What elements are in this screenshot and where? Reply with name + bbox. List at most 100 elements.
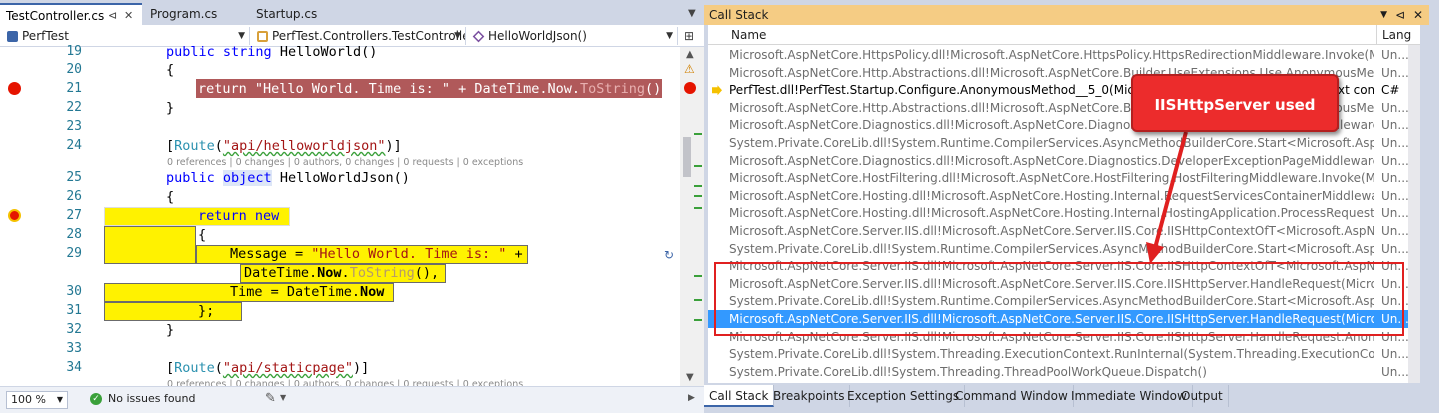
tab-exception-settings[interactable]: Exception Settings (842, 385, 966, 407)
pin-icon[interactable]: ⊲ (108, 5, 117, 25)
change-marker (694, 133, 702, 135)
stack-frame-row[interactable]: System.Private.CoreLib.dll!System.Runtim… (708, 240, 1420, 258)
line-number: 22 (66, 100, 82, 115)
annotation-callout: IISHttpServer used (1131, 74, 1339, 132)
scroll-right-icon[interactable]: ▶ (688, 393, 695, 403)
stack-frame-row[interactable]: Microsoft.AspNetCore.Diagnostics.dll!Mic… (708, 152, 1420, 170)
call-stack-title-bar[interactable]: Call Stack ▼ ⊲ ✕ (704, 5, 1429, 25)
statement-highlight (104, 226, 196, 264)
frame-name: Microsoft.AspNetCore.Diagnostics.dll!Mic… (729, 153, 1374, 168)
zoom-dropdown[interactable]: 100 % ▼ (6, 391, 68, 409)
member-dropdown[interactable]: HelloWorldJson() ▼ (470, 27, 678, 45)
tab-breakpoints[interactable]: Breakpoints (768, 385, 851, 407)
callout-arrow (1146, 131, 1188, 264)
code-line: } (166, 100, 175, 116)
line-number: 34 (66, 360, 82, 375)
line-number: 28 (66, 227, 82, 242)
frame-name: System.Private.CoreLib.dll!System.Thread… (729, 347, 1374, 362)
change-marker (694, 207, 702, 209)
stack-frame-row[interactable]: Microsoft.AspNetCore.HostFiltering.dll!M… (708, 169, 1420, 187)
chevron-down-icon: ▼ (56, 395, 63, 404)
project-name: PerfTest (22, 29, 69, 43)
tab-testcontroller[interactable]: TestController.cs ⊲ ✕ (0, 3, 142, 25)
codelens-info[interactable]: 0 references | 0 changes | 0 authors, 0 … (167, 156, 523, 169)
column-header: Name Lang (708, 25, 1420, 45)
chevron-down-icon[interactable]: ▼ (280, 393, 286, 402)
tab-label: Program.cs (150, 7, 218, 21)
frame-name: System.Private.CoreLib.dll!System.Runtim… (729, 241, 1374, 256)
line-number: 19 (66, 44, 82, 59)
pin-icon[interactable]: ⊲ (1395, 5, 1405, 25)
stack-frame-row[interactable]: System.Private.CoreLib.dll!System.Runtim… (708, 134, 1420, 152)
breakpoint-icon[interactable] (8, 82, 21, 95)
refresh-icon[interactable]: ↻ (664, 248, 674, 262)
editor-status-bar: 100 % ▼ ✓ No issues found ✎ ▼ ▶ (0, 386, 704, 413)
line-number: 20 (66, 62, 82, 77)
code-line: return new (198, 208, 280, 224)
stack-frame-row[interactable]: Microsoft.AspNetCore.Hosting.dll!Microso… (708, 204, 1420, 222)
stack-frame-row[interactable]: System.Private.CoreLib.dll!System.Thread… (708, 345, 1420, 363)
tab-command-window[interactable]: Command Window (950, 385, 1074, 407)
frame-name: System.Private.CoreLib.dll!System.Runtim… (729, 136, 1374, 150)
code-line: public object HelloWorldJson() (166, 170, 410, 186)
tab-immediate-window[interactable]: Immediate Window (1066, 385, 1193, 407)
member-name: HelloWorldJson() (488, 29, 587, 43)
code-line: Time = DateTime.Now (230, 284, 385, 300)
check-icon: ✓ (90, 393, 102, 405)
frame-name: Microsoft.AspNetCore.HttpsPolicy.dll!Mic… (729, 48, 1374, 62)
tab-call-stack[interactable]: Call Stack (704, 385, 775, 407)
line-number: 23 (66, 119, 82, 134)
code-line: [Route("api/staticpage")] (166, 360, 370, 376)
column-name[interactable]: Name (731, 28, 766, 42)
frame-name: Microsoft.AspNetCore.HostFiltering.dll!M… (729, 171, 1374, 186)
issues-status[interactable]: No issues found (108, 392, 195, 405)
code-line: DateTime.Now.ToString(), (244, 265, 440, 281)
window-menu-icon[interactable]: ▼ (1380, 5, 1387, 25)
brush-icon[interactable]: ✎ (265, 391, 276, 406)
change-marker (694, 185, 702, 187)
code-line: { (166, 62, 175, 78)
current-statement-icon[interactable] (8, 209, 21, 222)
column-divider[interactable] (1376, 25, 1377, 45)
line-gutter[interactable]: 19 20 21 22 23 24 25 26 27 28 29 30 31 3… (0, 44, 104, 386)
stack-frame-row[interactable]: System.Private.CoreLib.dll!System.Thread… (708, 363, 1420, 381)
scroll-down-icon[interactable]: ▼ (686, 372, 694, 383)
code-line: [Route("api/helloworldjson")] (166, 138, 402, 154)
line-number: 33 (66, 341, 82, 356)
list-scrollbar[interactable] (1408, 45, 1420, 383)
code-editor[interactable]: TestController.cs ⊲ ✕ Program.cs Startup… (0, 0, 704, 413)
frame-name: System.Private.CoreLib.dll!System.Thread… (729, 364, 1207, 379)
tab-label: Startup.cs (256, 7, 318, 21)
chevron-down-icon: ▼ (666, 31, 673, 41)
stack-frame-row[interactable]: Microsoft.AspNetCore.Server.IIS.dll!Micr… (708, 222, 1420, 240)
code-line: { (166, 189, 175, 205)
line-number: 21 (66, 81, 82, 96)
code-line: { (198, 227, 207, 243)
statement-highlight (104, 302, 242, 321)
column-language[interactable]: Lang (1382, 28, 1411, 42)
tab-output[interactable]: Output (1176, 385, 1229, 407)
scroll-thumb[interactable] (683, 137, 691, 177)
split-icon[interactable]: ⊞ (684, 29, 694, 43)
code-line-breakpoint: return "Hello World. Time is: " + DateTi… (198, 81, 670, 97)
change-marker (694, 299, 702, 301)
change-marker (694, 275, 702, 277)
stack-frame-row[interactable]: Microsoft.AspNetCore.Hosting.dll!Microso… (708, 187, 1420, 205)
window-title: Call Stack (709, 8, 769, 22)
class-name: PerfTest.Controllers.TestController (272, 29, 466, 43)
frame-name: Microsoft.AspNetCore.Server.IIS.dll!Micr… (729, 224, 1374, 238)
line-number: 30 (66, 284, 82, 299)
tab-overflow-icon[interactable]: ▼ (688, 8, 696, 19)
line-number: 29 (66, 246, 82, 261)
close-icon[interactable]: ✕ (1413, 5, 1423, 25)
close-icon[interactable]: ✕ (124, 5, 133, 25)
code-line: Message = "Hello World. Time is: " + (230, 246, 523, 262)
scroll-up-icon[interactable]: ▲ (686, 49, 694, 60)
warning-icon: ⚠ (684, 62, 695, 76)
tab-startup[interactable]: Startup.cs (250, 3, 354, 25)
vertical-scrollbar[interactable]: ▲ ⚠ ▼ (680, 47, 704, 386)
line-number: 26 (66, 189, 82, 204)
tab-program[interactable]: Program.cs (144, 3, 248, 25)
breakpoint-marker-icon (684, 82, 696, 94)
stack-frame-row[interactable]: Microsoft.AspNetCore.HttpsPolicy.dll!Mic… (708, 46, 1420, 64)
